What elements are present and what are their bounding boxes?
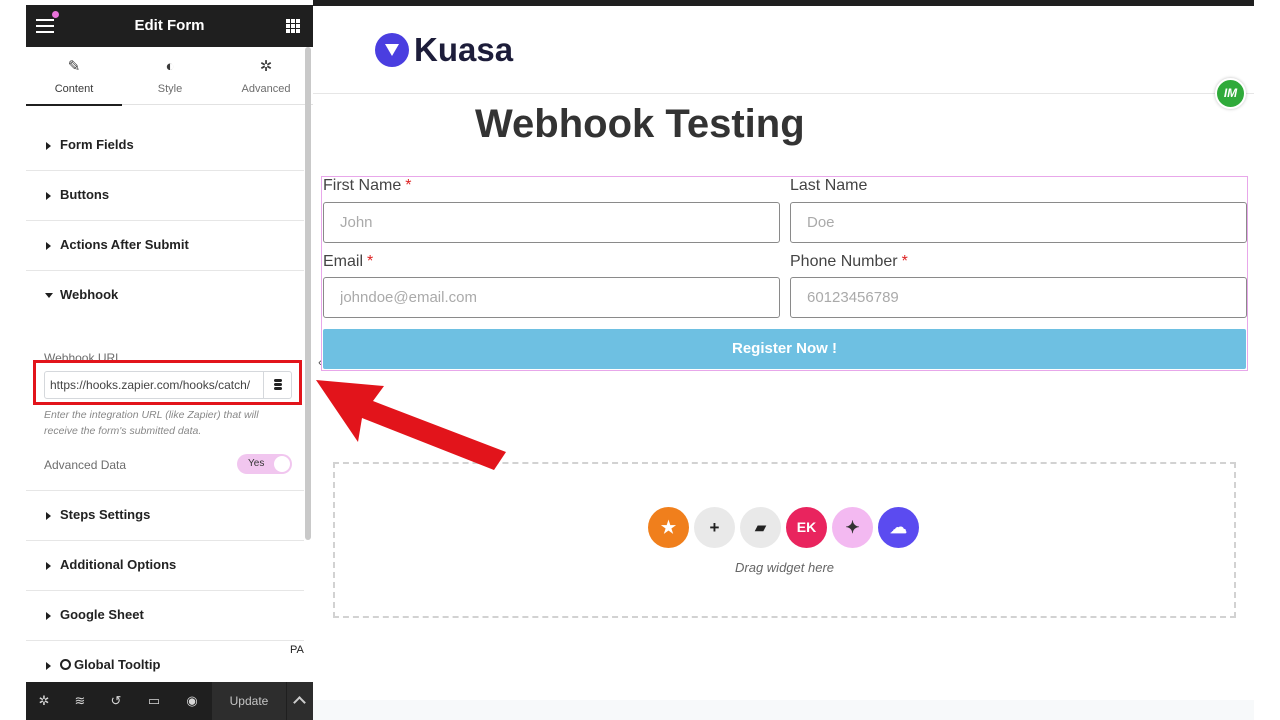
section-form-fields-label: Form Fields (60, 137, 134, 152)
gear-icon: ✲ (259, 58, 273, 75)
phone-number-label-text: Phone Number (790, 253, 898, 270)
plus-icon[interactable]: + (694, 507, 735, 548)
registration-form: First Name* Last Name Email* Phone Numbe… (321, 176, 1248, 371)
panel-sections: Form Fields Buttons Actions After Submit… (26, 121, 304, 691)
caret-right-icon (46, 562, 51, 570)
kuasa-logo-icon (375, 33, 409, 67)
section-google-sheet-label: Google Sheet (60, 607, 144, 622)
tab-advanced-label: Advanced (241, 83, 291, 95)
section-additional-options[interactable]: Additional Options (26, 541, 304, 591)
caret-right-icon (46, 192, 51, 200)
caret-right-icon (46, 662, 51, 670)
history-icon[interactable]: ↺ (98, 682, 134, 720)
annotation-highlight-box (33, 360, 302, 405)
panel-tabs: ✎ Content ◐ Style ✲ Advanced (26, 47, 314, 106)
pa-badge: PA (290, 644, 304, 656)
section-additional-options-label: Additional Options (60, 557, 177, 572)
first-name-label: First Name * (323, 177, 411, 195)
section-steps-settings[interactable]: Steps Settings (26, 491, 304, 541)
section-form-fields[interactable]: Form Fields (26, 121, 304, 171)
caret-right-icon (46, 142, 51, 150)
section-webhook[interactable]: Webhook (26, 271, 304, 321)
elementskit-icon[interactable]: EK (786, 507, 827, 548)
gear-icon (60, 659, 71, 670)
caret-right-icon (46, 242, 51, 250)
drag-widget-hint: Drag widget here (735, 560, 834, 575)
update-button[interactable]: Update (212, 682, 286, 720)
required-mark: * (367, 253, 374, 270)
annotation-arrow-icon (316, 380, 506, 470)
cloud-template-icon[interactable]: ☁ (878, 507, 919, 548)
required-mark: * (901, 253, 908, 270)
last-name-label: Last Name (790, 177, 868, 194)
panel-footer: ✲ ≋ ↺ ▭ ◉ Update (26, 682, 313, 720)
canvas-bottom-strip (313, 700, 1254, 720)
section-global-tooltip-label: Global Tooltip (74, 657, 161, 672)
tab-advanced[interactable]: ✲ Advanced (218, 47, 314, 105)
section-google-sheet[interactable]: Google Sheet (26, 591, 304, 641)
advanced-data-toggle-state: Yes (248, 458, 265, 469)
page-title: Webhook Testing (475, 102, 805, 146)
advanced-data-toggle[interactable]: Yes (237, 454, 292, 474)
advanced-data-label: Advanced Data (44, 458, 127, 472)
responsive-mode-icon[interactable]: ▭ (136, 682, 172, 720)
tab-content-label: Content (54, 83, 94, 95)
chevron-up-icon[interactable] (287, 682, 313, 720)
layers-icon[interactable]: ≋ (62, 682, 98, 720)
tab-content[interactable]: ✎ Content (26, 47, 122, 106)
caret-right-icon (46, 512, 51, 520)
email-label: Email * (323, 253, 373, 271)
widgets-grid-icon[interactable] (286, 19, 300, 33)
last-name-input[interactable] (790, 202, 1247, 243)
panel-header: Edit Form (26, 5, 313, 47)
header-divider (313, 93, 1254, 94)
section-actions-after-submit-label: Actions After Submit (60, 237, 189, 252)
section-actions-after-submit[interactable]: Actions After Submit (26, 221, 304, 271)
webhook-url-description: Enter the integration URL (like Zapier) … (44, 409, 259, 437)
email-label-text: Email (323, 253, 364, 270)
section-buttons[interactable]: Buttons (26, 171, 304, 221)
email-input[interactable] (323, 277, 780, 318)
half-circle-icon: ◐ (165, 58, 175, 75)
phone-number-label: Phone Number * (790, 253, 908, 271)
first-name-input[interactable] (323, 202, 780, 243)
screenshot-stage: Edit Form ✎ Content ◐ Style ✲ Advanced F… (0, 0, 1280, 720)
toggle-knob (274, 456, 290, 472)
folder-icon[interactable]: ▰ (740, 507, 781, 548)
ai-sparkle-icon[interactable]: ✦ (832, 507, 873, 548)
phone-number-input[interactable] (790, 277, 1247, 318)
caret-right-icon (46, 612, 51, 620)
preview-eye-icon[interactable]: ◉ (174, 682, 210, 720)
tab-style-label: Style (157, 83, 183, 95)
panel-scrollbar[interactable] (305, 47, 311, 540)
webhook-section-body: Webhook URL Enter the integration URL (l… (26, 321, 304, 491)
section-buttons-label: Buttons (60, 187, 110, 202)
tab-style[interactable]: ◐ Style (122, 47, 218, 105)
section-steps-settings-label: Steps Settings (60, 507, 151, 522)
required-mark: * (405, 177, 412, 194)
widget-drop-zone[interactable]: ★ + ▰ EK ✦ ☁ Drag widget here (333, 462, 1236, 618)
register-now-button[interactable]: Register Now ! (323, 329, 1246, 369)
pencil-icon: ✎ (67, 58, 81, 75)
caret-down-icon (45, 293, 53, 298)
panel-title: Edit Form (134, 17, 205, 34)
section-webhook-label: Webhook (60, 287, 119, 302)
page-canvas: ‹ Kuasa IM Webhook Testing First Name* L… (313, 6, 1254, 720)
im-extension-badge[interactable]: IM (1215, 78, 1246, 109)
logo-text: Kuasa (414, 31, 514, 68)
star-icon[interactable]: ★ (648, 507, 689, 548)
first-name-label-text: First Name (323, 177, 402, 194)
settings-gear-icon[interactable]: ✲ (26, 682, 62, 720)
